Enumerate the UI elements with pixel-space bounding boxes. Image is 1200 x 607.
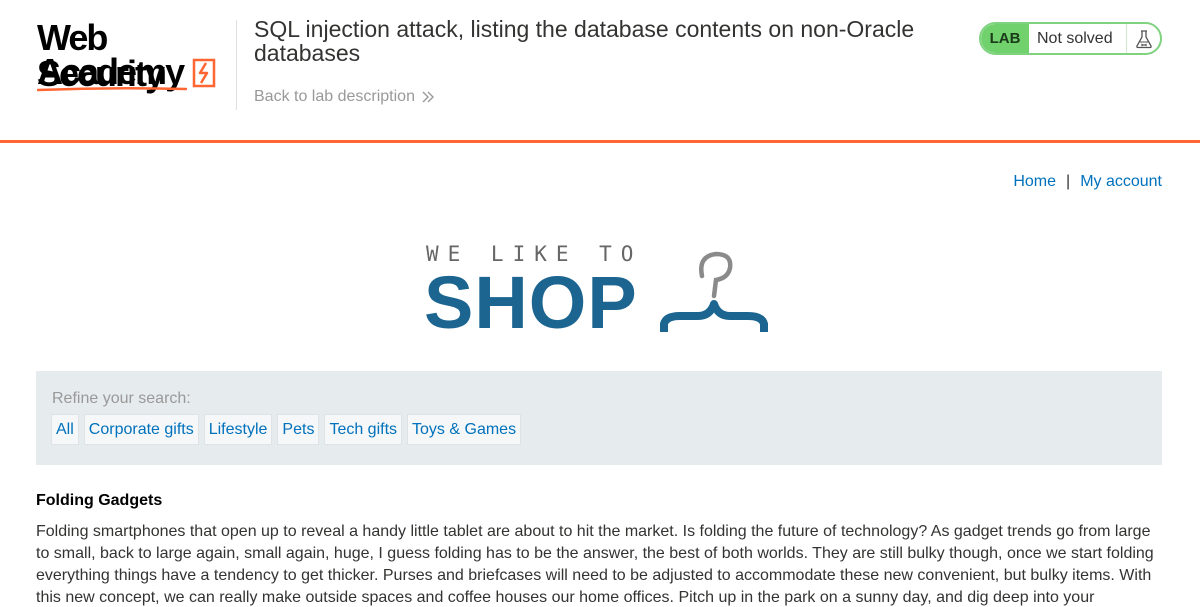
- back-to-lab-description-link[interactable]: Back to lab description: [254, 88, 435, 106]
- filter-lifestyle[interactable]: Lifestyle: [203, 414, 273, 445]
- filter-tech-gifts[interactable]: Tech gifts: [324, 414, 403, 445]
- web-security-academy-logo[interactable]: Web Security Academy: [37, 18, 237, 98]
- logo-underline-icon: [37, 86, 187, 92]
- lab-title: SQL injection attack, listing the databa…: [254, 16, 915, 66]
- refine-search-label: Refine your search:: [52, 390, 191, 407]
- my-account-link[interactable]: My account: [1080, 173, 1162, 191]
- lightning-bolt-icon: [192, 58, 216, 88]
- double-chevron-right-icon: [422, 91, 434, 103]
- filter-all[interactable]: All: [51, 414, 79, 445]
- post-title: Folding Gadgets: [36, 492, 163, 509]
- post-body: Folding smartphones that open up to reve…: [36, 523, 1154, 606]
- academy-header: Web Security Academy SQL injection attac…: [0, 0, 1200, 143]
- home-link[interactable]: Home: [1013, 173, 1056, 191]
- flask-icon: [1126, 24, 1160, 53]
- lab-status-widget: LAB Not solved: [979, 22, 1162, 55]
- header-divider: [236, 20, 237, 110]
- lab-badge: LAB: [981, 24, 1029, 53]
- logo-text-line-2: Academy: [37, 51, 185, 92]
- shop-wordmark: SHOP: [424, 261, 638, 344]
- filter-pets[interactable]: Pets: [277, 414, 320, 445]
- search-filters: Refine your search: All Corporate gifts …: [36, 371, 1162, 465]
- top-navigation: Home | My account: [1013, 173, 1162, 191]
- hanger-icon: [660, 251, 768, 332]
- filter-category-list: All Corporate gifts Lifestyle Pets Tech …: [51, 414, 522, 445]
- filter-corporate-gifts[interactable]: Corporate gifts: [83, 414, 199, 445]
- back-link-label: Back to lab description: [254, 88, 415, 105]
- nav-separator: |: [1066, 173, 1071, 190]
- shop-logo: WE LIKE TO SHOP: [424, 240, 784, 340]
- lab-status-text: Not solved: [1037, 29, 1113, 47]
- filter-toys-and-games[interactable]: Toys & Games: [407, 414, 522, 445]
